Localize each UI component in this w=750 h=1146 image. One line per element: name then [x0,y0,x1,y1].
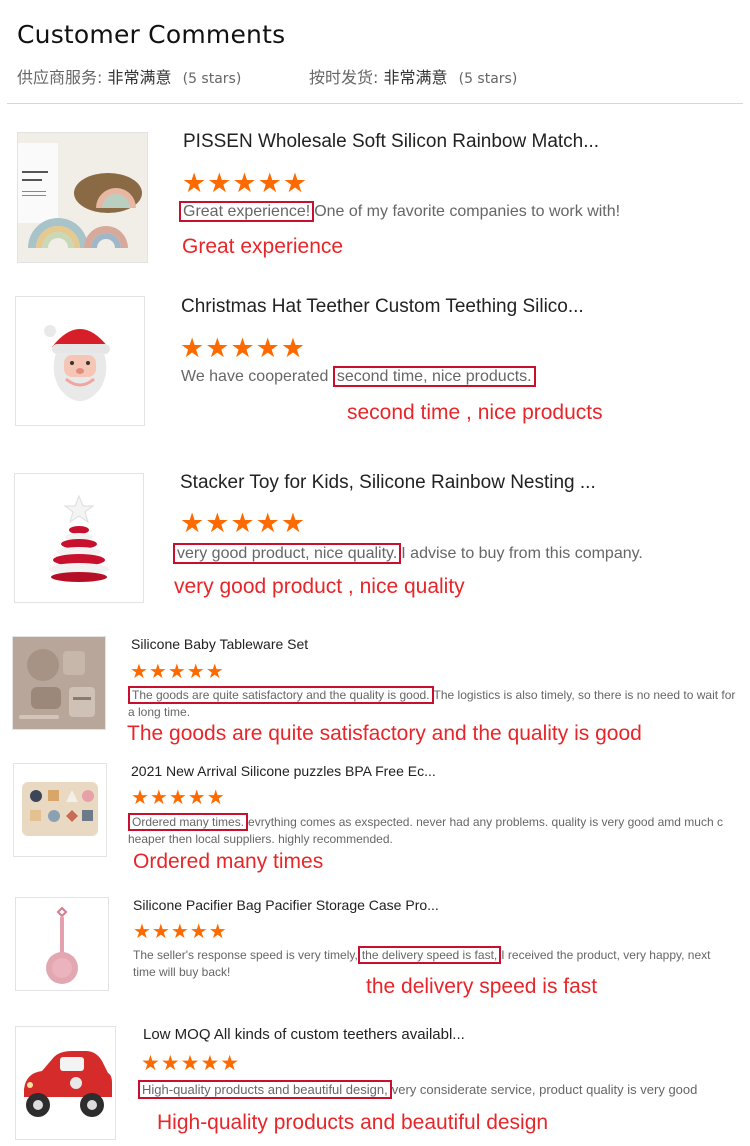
star-rating: ★★★★★ [141,1052,241,1075]
comment-text: very good product, nice quality. I advise… [173,543,643,564]
comment-pre: We have cooperated [181,368,333,385]
comment-text: High-quality products and beautiful desi… [138,1080,698,1099]
product-title[interactable]: Low MOQ All kinds of custom teethers ava… [143,1026,465,1043]
pacifier-bag-image[interactable] [15,897,109,991]
shipping-stars: (5 stars) [458,71,518,87]
supplier-service-value: 非常满意 [107,68,172,87]
highlight-box: High-quality products and beautiful desi… [138,1080,392,1099]
comment-text: Great experience! One of my favorite comp… [179,201,621,222]
comment-text: We have cooperated second time, nice pro… [181,366,536,387]
puzzle-image[interactable] [13,763,107,857]
comment-text: The goods are quite satisfactory and the… [128,686,736,721]
comment-rest: One of my favorite companies to work wit… [314,203,621,220]
comment-text: Ordered many times. evrything comes as ex… [128,813,728,848]
highlight-caption: second time , nice products [347,401,603,424]
shipping-value: 非常满意 [383,68,448,87]
rainbow-stacker-image[interactable] [17,132,148,263]
highlight-box: Ordered many times. [128,813,249,831]
highlight-caption: High-quality products and beautiful desi… [157,1111,549,1134]
star-rating: ★★★★★ [133,921,228,943]
star-rating: ★★★★★ [130,661,225,683]
star-rating: ★★★★★ [131,787,226,809]
header-divider [7,103,743,104]
highlight-box: very good product, nice quality. [173,543,402,564]
product-title[interactable]: Stacker Toy for Kids, Silicone Rainbow N… [180,472,596,494]
product-title[interactable]: 2021 New Arrival Silicone puzzles BPA Fr… [131,763,436,779]
supplier-service-label: 供应商服务: [17,68,103,87]
christmas-tree-stacker-image[interactable] [14,473,144,603]
supplier-service-stars: (5 stars) [182,71,242,87]
star-rating: ★★★★★ [182,168,309,198]
product-title[interactable]: Christmas Hat Teether Custom Teething Si… [181,296,584,318]
comment-rest: I advise to buy from this company. [401,545,643,562]
comment-rest: very considerate service, product qualit… [391,1082,698,1097]
shipping-label: 按时发货: [309,68,379,87]
supplier-service-rating: 供应商服务: 非常满意 (5 stars) [17,64,241,88]
highlight-caption: Great experience [182,235,344,258]
highlight-box: The goods are quite satisfactory and the… [128,686,434,704]
highlight-box: second time, nice products. [332,366,536,387]
shipping-rating: 按时发货: 非常满意 (5 stars) [309,64,517,88]
highlight-box: the delivery speed is fast, [357,946,502,964]
star-rating: ★★★★★ [180,333,307,363]
product-title[interactable]: Silicone Pacifier Bag Pacifier Storage C… [133,897,439,913]
comment-pre: The seller's response speed is very time… [133,948,358,962]
product-title[interactable]: Silicone Baby Tableware Set [131,636,308,652]
car-teether-image[interactable] [15,1026,116,1140]
highlight-caption: Ordered many times [133,850,324,873]
santa-teether-image[interactable] [15,296,145,426]
page-title: Customer Comments [17,20,286,49]
highlight-caption: The goods are quite satisfactory and the… [127,722,642,745]
tableware-set-image[interactable] [12,636,106,730]
star-rating: ★★★★★ [180,508,307,538]
product-title[interactable]: PISSEN Wholesale Soft Silicon Rainbow Ma… [183,131,599,153]
highlight-caption: the delivery speed is fast [366,975,598,998]
highlight-box: Great experience! [179,201,315,222]
highlight-caption: very good product , nice quality [174,575,465,598]
